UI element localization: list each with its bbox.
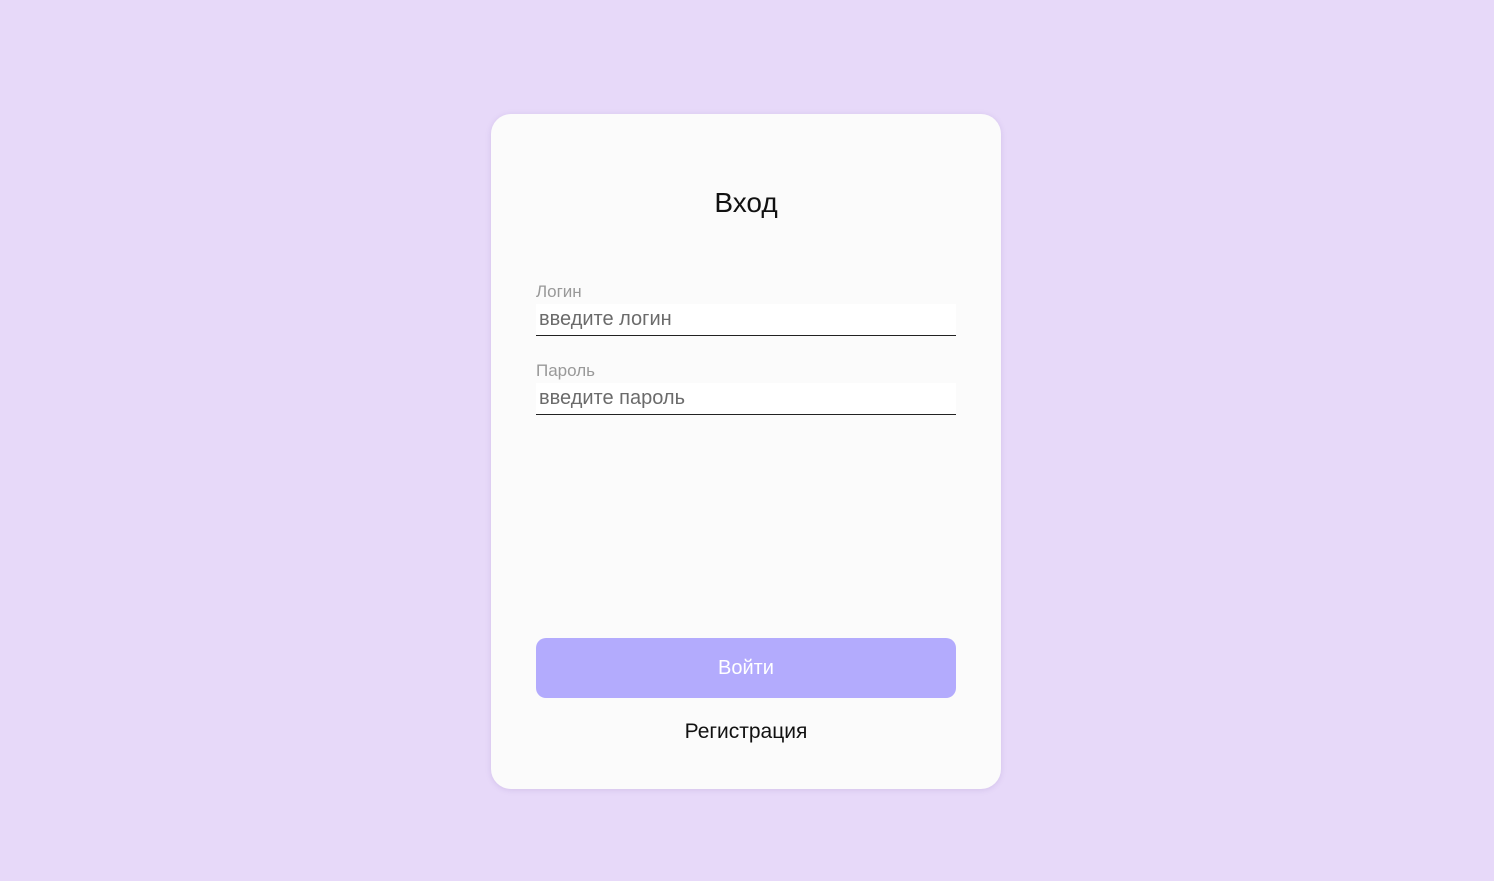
- login-field-group: Логин: [536, 282, 956, 336]
- page-title: Вход: [714, 187, 778, 218]
- login-button[interactable]: Войти: [536, 638, 956, 698]
- register-link[interactable]: Регистрация: [491, 720, 1001, 744]
- password-input[interactable]: [536, 383, 956, 415]
- login-card: Вход Логин Пароль Войти Регистрация: [491, 114, 1001, 789]
- login-input[interactable]: [536, 304, 956, 336]
- password-field-group: Пароль: [536, 361, 956, 415]
- password-label: Пароль: [536, 361, 595, 380]
- login-label: Логин: [536, 282, 582, 301]
